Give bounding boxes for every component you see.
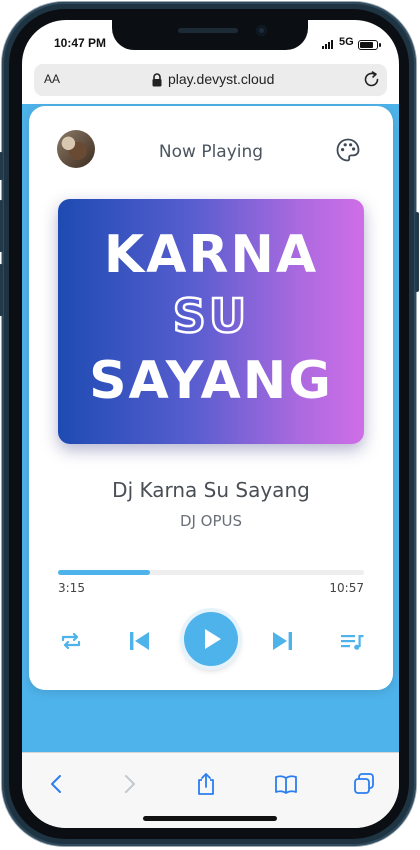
previous-icon[interactable]: [126, 627, 154, 655]
battery-icon: [358, 40, 381, 50]
address-bar[interactable]: AA play.devyst.cloud: [34, 64, 387, 96]
play-icon: [205, 629, 221, 649]
cover-line-1: KARNA: [103, 225, 319, 285]
volume-up-button: [0, 200, 3, 252]
back-icon[interactable]: [44, 771, 70, 797]
text-size-button[interactable]: AA: [44, 72, 60, 86]
progress-bar[interactable]: [58, 570, 364, 575]
reload-icon[interactable]: [362, 70, 382, 90]
volume-down-button: [0, 264, 3, 316]
song-title: Dj Karna Su Sayang: [112, 478, 310, 502]
current-time: 3:15: [58, 581, 85, 595]
front-camera: [256, 25, 267, 36]
repeat-icon[interactable]: [57, 627, 85, 655]
home-indicator: [143, 816, 277, 821]
mute-switch: [0, 152, 3, 180]
share-icon[interactable]: [193, 771, 219, 797]
cover-line-2: SU: [172, 288, 250, 345]
forward-icon: [125, 775, 135, 793]
lock-icon: [152, 73, 162, 87]
cover-line-3: SAYANG: [89, 351, 333, 411]
play-button[interactable]: [184, 612, 238, 666]
signal-icon: [322, 40, 336, 49]
power-button: [415, 212, 419, 292]
network-label: 5G: [339, 36, 354, 48]
speaker: [178, 28, 238, 33]
progress-fill: [58, 570, 150, 575]
album-cover: KARNA SU SAYANG: [58, 199, 364, 444]
tabs-icon[interactable]: [351, 771, 377, 797]
next-icon[interactable]: [268, 627, 296, 655]
playlist-icon[interactable]: [338, 627, 366, 655]
palette-icon[interactable]: [335, 137, 361, 163]
notch: [112, 20, 308, 50]
total-time: 10:57: [329, 581, 364, 595]
url-text[interactable]: play.devyst.cloud: [168, 71, 274, 87]
player-card: Now Playing KARNA SU SAYANG Dj Karna Su …: [29, 106, 393, 690]
bookmarks-icon[interactable]: [273, 771, 299, 797]
artist-name: DJ OPUS: [179, 512, 243, 530]
screen: 10:47 PM 5G AA play.devyst.cloud Now Pla…: [22, 20, 399, 828]
status-time: 10:47 PM: [54, 36, 107, 50]
